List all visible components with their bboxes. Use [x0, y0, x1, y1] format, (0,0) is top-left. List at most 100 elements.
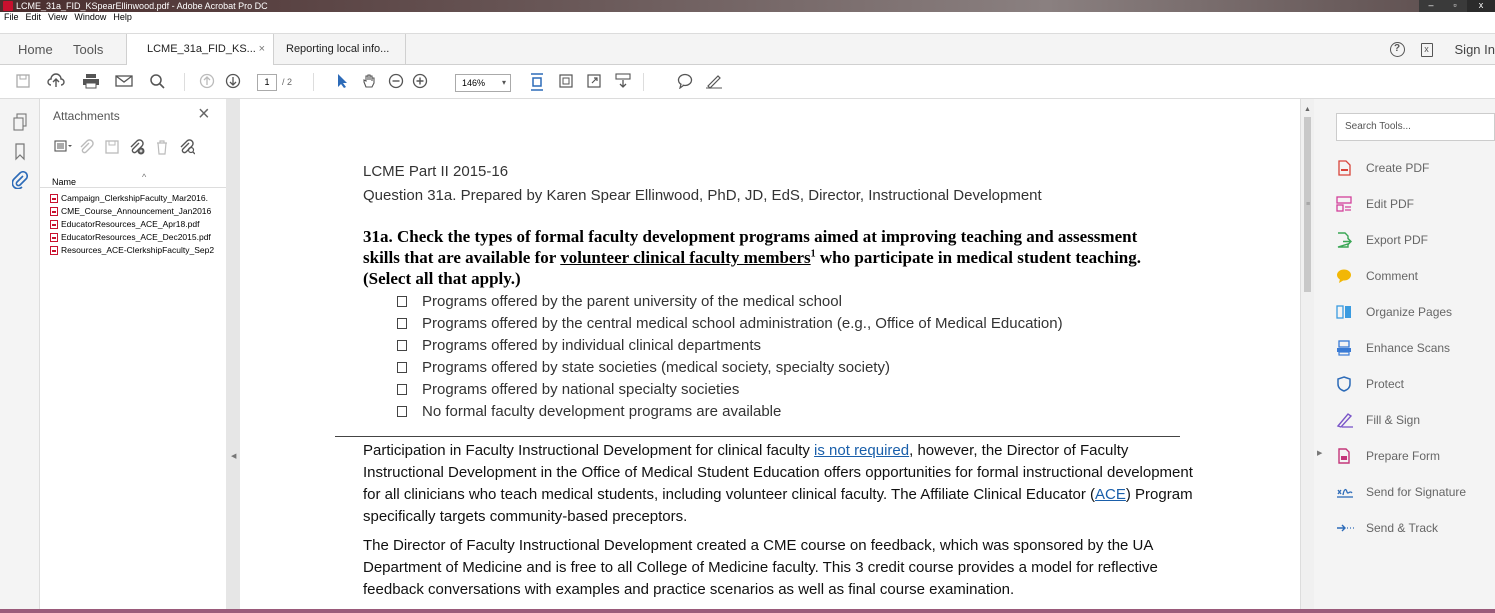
- ace-link[interactable]: ACE: [1095, 486, 1126, 503]
- pdf-file-icon: [50, 233, 58, 242]
- close-tab-icon[interactable]: ×: [259, 34, 265, 65]
- tab-active-document[interactable]: LCME_31a_FID_KS... ×: [126, 34, 274, 66]
- not-required-link[interactable]: is not required: [814, 442, 909, 459]
- hand-tool-icon[interactable]: [360, 73, 378, 91]
- zoom-level-select[interactable]: 146% ▾: [455, 74, 511, 92]
- list-item[interactable]: CME_Course_Announcement_Jan2016: [50, 205, 226, 218]
- tool-send-track[interactable]: Send & Track: [1336, 518, 1438, 538]
- save-attachment-icon[interactable]: [104, 139, 120, 158]
- list-item[interactable]: EducatorResources_ACE_Apr18.pdf: [50, 218, 226, 231]
- help-icon[interactable]: ?: [1389, 42, 1405, 57]
- tool-enhance-scans[interactable]: Enhance Scans: [1336, 338, 1450, 358]
- delete-attachment-icon[interactable]: [154, 139, 170, 158]
- paragraph-cme-course: The Director of Faculty Instructional De…: [363, 537, 1158, 598]
- full-screen-icon[interactable]: [585, 73, 603, 91]
- scroll-up-arrow-icon[interactable]: ▲: [1304, 106, 1311, 113]
- search-attachments-icon[interactable]: [179, 139, 196, 158]
- option-item[interactable]: Programs offered by individual clinical …: [397, 337, 761, 354]
- export-pdf-icon: [1336, 232, 1353, 248]
- checkbox[interactable]: [397, 384, 407, 395]
- select-cursor-icon[interactable]: [333, 73, 351, 91]
- menu-help[interactable]: Help: [113, 12, 132, 22]
- menu-window[interactable]: Window: [74, 12, 106, 22]
- read-mode-icon[interactable]: [614, 73, 632, 91]
- attachments-panel-title: Attachments: [53, 109, 120, 123]
- sign-in-link[interactable]: Sign In: [1455, 42, 1495, 57]
- collapse-left-panel-icon[interactable]: ◀: [231, 452, 236, 460]
- checkbox[interactable]: [397, 296, 407, 307]
- zoom-level-value: 146%: [462, 78, 486, 88]
- checkbox[interactable]: [397, 340, 407, 351]
- add-attachment-icon[interactable]: [129, 139, 145, 158]
- option-item[interactable]: Programs offered by the central medical …: [397, 315, 1063, 332]
- tool-fill-sign[interactable]: Fill & Sign: [1336, 410, 1420, 430]
- comment-icon[interactable]: [676, 73, 694, 91]
- fit-page-scroll-icon[interactable]: [528, 73, 546, 91]
- tab-tools[interactable]: Tools: [73, 34, 103, 65]
- tool-organize-pages[interactable]: Organize Pages: [1336, 302, 1452, 322]
- search-icon[interactable]: [148, 73, 166, 91]
- print-icon[interactable]: [82, 73, 100, 91]
- checkbox[interactable]: [397, 362, 407, 373]
- attachments-list: Campaign_ClerkshipFaculty_Mar2016. CME_C…: [50, 192, 226, 257]
- collapse-right-panel-icon[interactable]: ▶: [1317, 449, 1322, 457]
- save-icon[interactable]: [14, 73, 32, 91]
- sort-ascending-icon: ^: [142, 172, 147, 182]
- option-item[interactable]: Programs offered by national specialty s…: [397, 381, 739, 398]
- name-column-header[interactable]: ^ Name: [40, 172, 226, 188]
- option-item[interactable]: Programs offered by the parent universit…: [397, 293, 842, 310]
- send-track-arrow-icon: [1336, 520, 1354, 536]
- organize-pages-icon: [1336, 304, 1352, 320]
- option-label: No formal faculty development programs a…: [422, 403, 782, 420]
- fit-width-icon[interactable]: [557, 73, 575, 91]
- scroll-position-marker: ≡: [1306, 201, 1311, 208]
- left-navigation-rail: [0, 99, 40, 613]
- option-item[interactable]: No formal faculty development programs a…: [397, 403, 782, 420]
- attachments-paperclip-icon[interactable]: [11, 170, 29, 190]
- checkbox[interactable]: [397, 318, 407, 329]
- checkbox[interactable]: [397, 406, 407, 417]
- tool-label: Edit PDF: [1366, 197, 1415, 211]
- list-item[interactable]: Resources_ACE-ClerkshipFaculty_Sep2: [50, 244, 226, 257]
- mobile-link-icon[interactable]: x: [1420, 42, 1433, 57]
- tab-other-document[interactable]: Reporting local info...: [276, 34, 406, 65]
- next-page-icon[interactable]: [224, 73, 242, 91]
- attachment-filename: Campaign_ClerkshipFaculty_Mar2016.: [61, 193, 208, 203]
- pdf-file-icon: [50, 220, 58, 229]
- zoom-out-icon[interactable]: [387, 73, 405, 91]
- toolbar: 1 / 2 146% ▾: [0, 65, 1495, 99]
- tool-create-pdf[interactable]: Create PDF: [1336, 158, 1429, 178]
- previous-page-icon[interactable]: [198, 73, 216, 91]
- tool-send-for-signature[interactable]: Send for Signature: [1336, 482, 1466, 502]
- close-window-button[interactable]: x: [1467, 0, 1495, 12]
- close-panel-icon[interactable]: ×: [198, 103, 210, 126]
- option-item[interactable]: Programs offered by state societies (med…: [397, 359, 890, 376]
- pdf-page[interactable]: LCME Part II 2015-16 Question 31a. Prepa…: [240, 99, 1300, 613]
- tab-home[interactable]: Home: [18, 34, 53, 65]
- minimize-button[interactable]: –: [1419, 0, 1443, 12]
- open-attachment-icon[interactable]: [79, 139, 95, 158]
- zoom-in-icon[interactable]: [411, 73, 429, 91]
- vertical-scrollbar[interactable]: ▲ ≡: [1300, 99, 1314, 613]
- menu-edit[interactable]: Edit: [26, 12, 42, 22]
- menu-view[interactable]: View: [48, 12, 67, 22]
- search-tools-input[interactable]: Search Tools...: [1336, 113, 1495, 141]
- page-number-input[interactable]: 1: [257, 74, 277, 91]
- menu-file[interactable]: File: [4, 12, 19, 22]
- email-icon[interactable]: [115, 73, 133, 91]
- list-item[interactable]: EducatorResources_ACE_Dec2015.pdf: [50, 231, 226, 244]
- tool-comment[interactable]: Comment: [1336, 266, 1418, 286]
- bookmark-icon[interactable]: [11, 143, 29, 161]
- page-thumbnails-icon[interactable]: [11, 113, 29, 131]
- tool-edit-pdf[interactable]: Edit PDF: [1336, 194, 1414, 214]
- tool-export-pdf[interactable]: Export PDF: [1336, 230, 1428, 250]
- maximize-button[interactable]: ▫: [1443, 0, 1467, 12]
- options-menu-icon[interactable]: [54, 139, 72, 158]
- paragraph-text: Participation in Faculty Instructional D…: [363, 442, 815, 459]
- list-item[interactable]: Campaign_ClerkshipFaculty_Mar2016.: [50, 192, 226, 205]
- sign-pen-icon[interactable]: [705, 73, 723, 91]
- chevron-down-icon: ▾: [501, 78, 506, 87]
- upload-cloud-icon[interactable]: [47, 73, 65, 91]
- tool-prepare-form[interactable]: Prepare Form: [1336, 446, 1440, 466]
- tool-protect[interactable]: Protect: [1336, 374, 1404, 394]
